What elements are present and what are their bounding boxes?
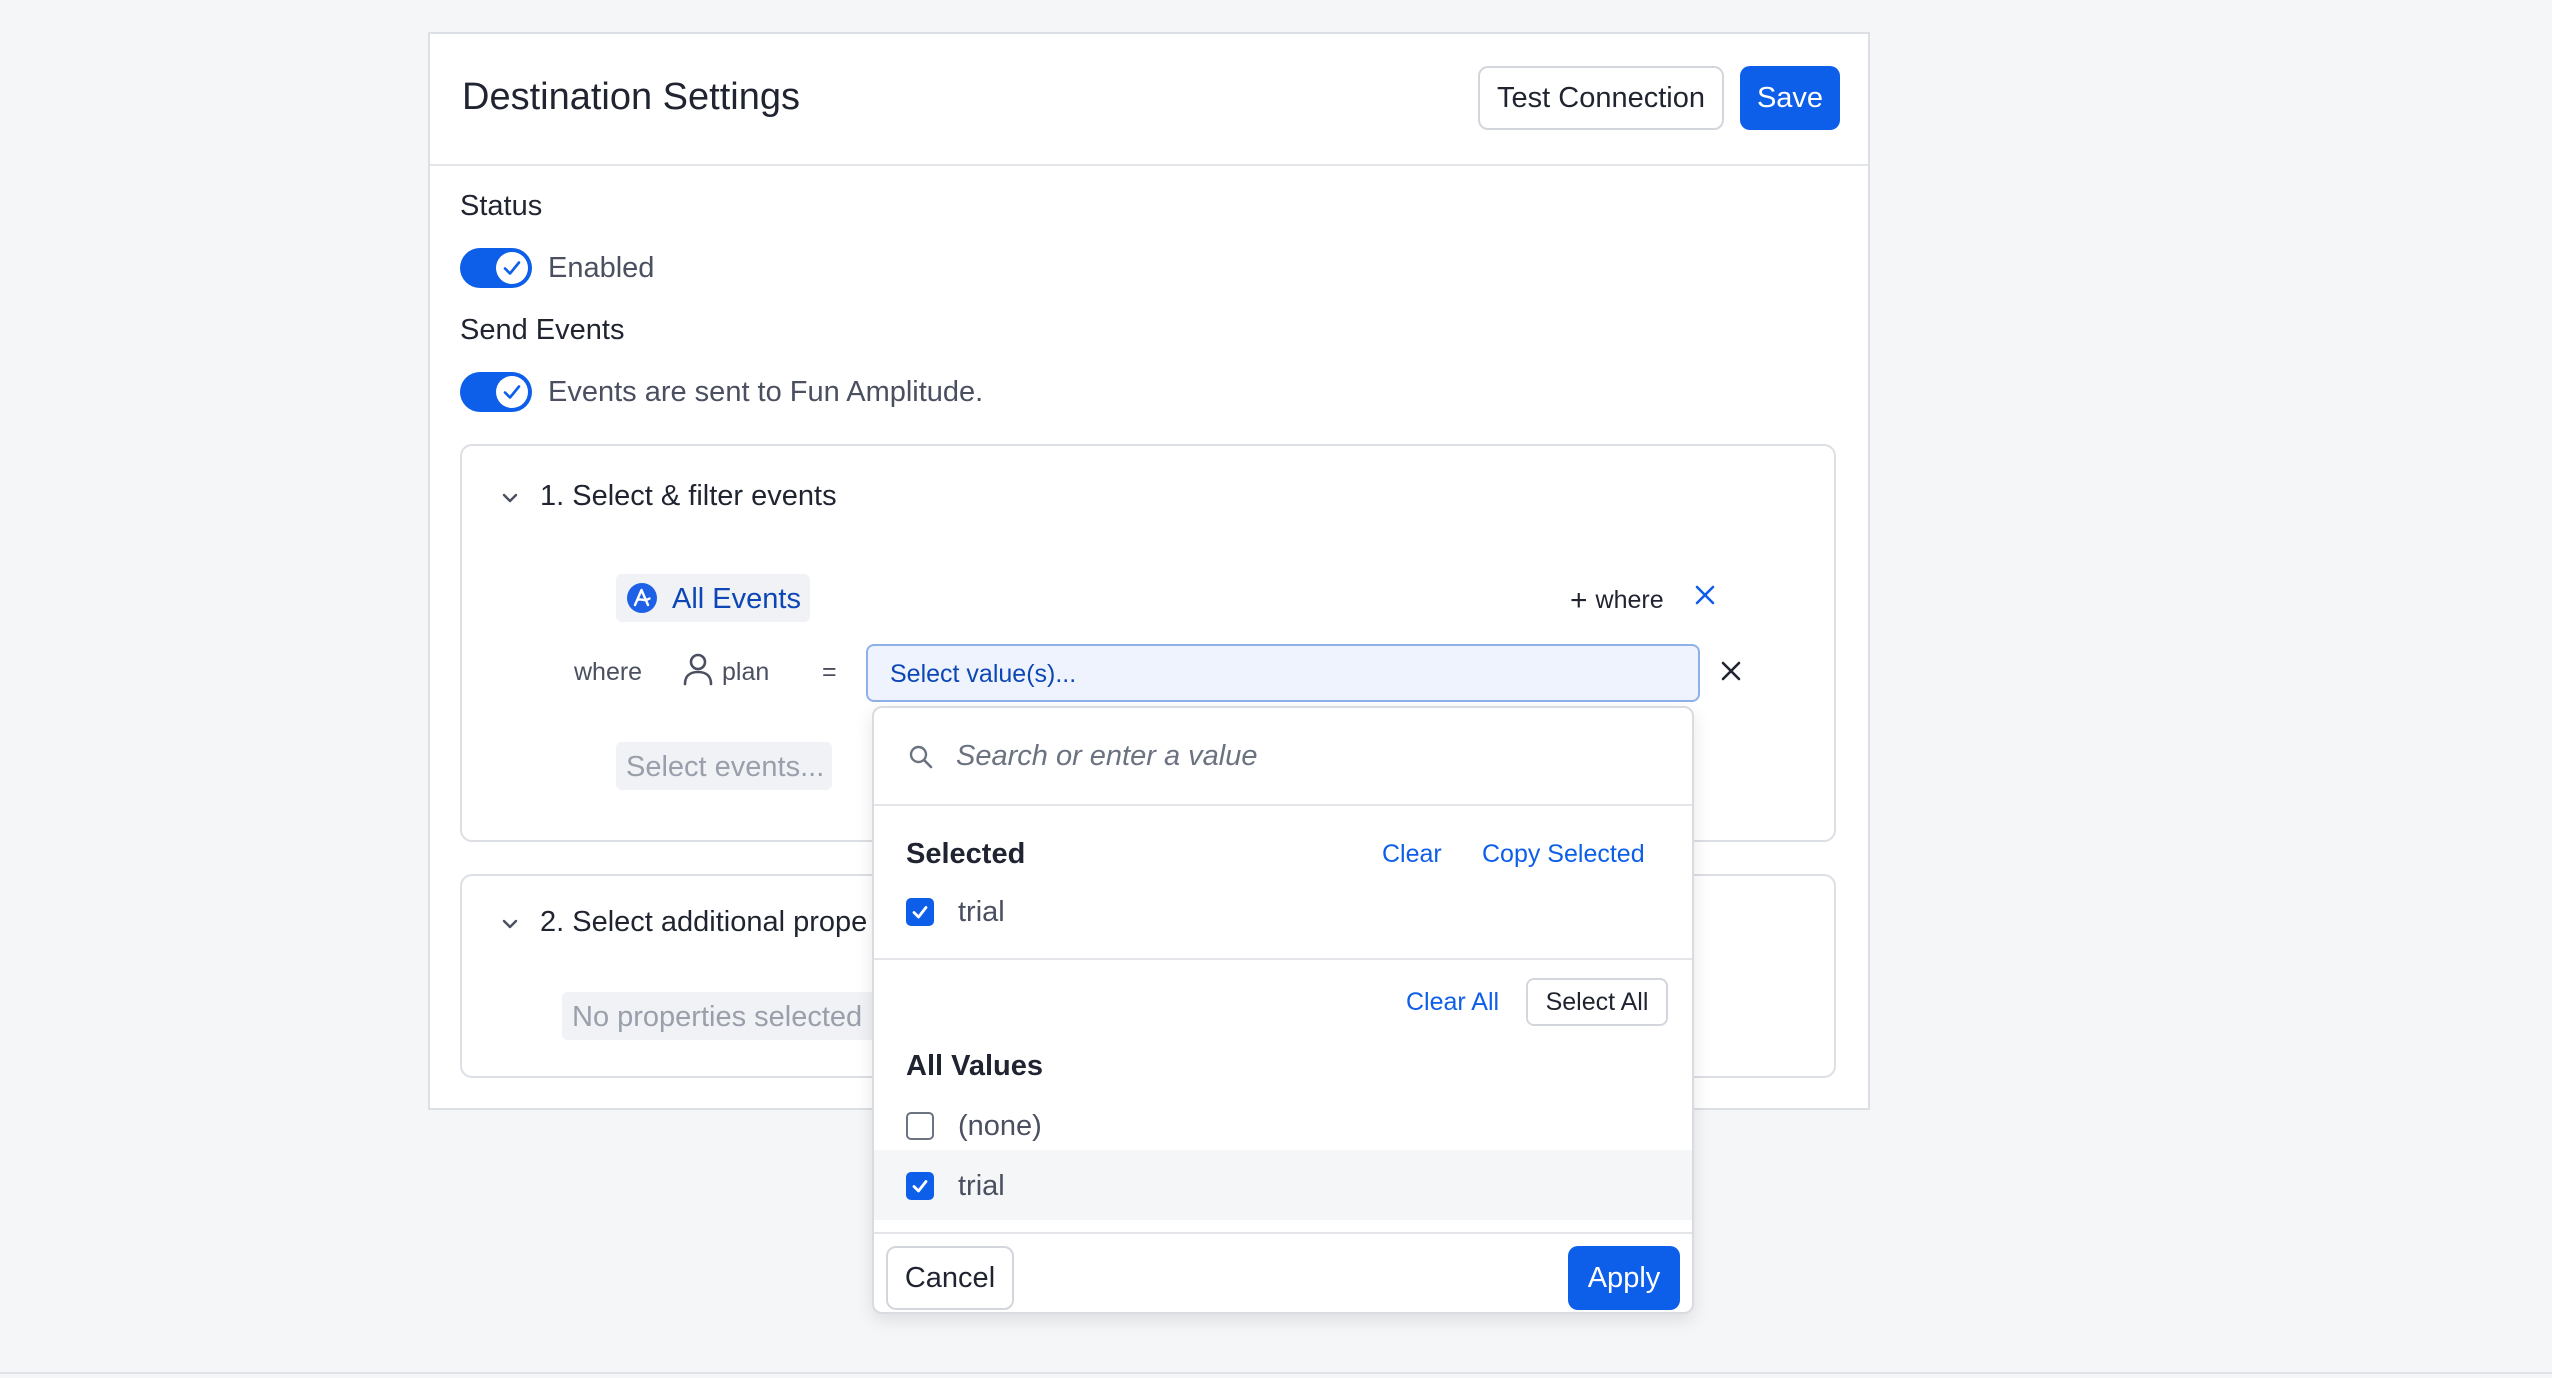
add-where-button[interactable]: + where (1570, 584, 1664, 618)
all-events-chip[interactable]: All Events (616, 574, 810, 622)
test-connection-button[interactable]: Test Connection (1478, 66, 1724, 130)
status-label: Status (460, 190, 543, 222)
remove-event-close-icon[interactable] (1694, 584, 1716, 611)
apply-button[interactable]: Apply (1568, 1246, 1680, 1310)
search-icon (908, 744, 934, 775)
value-dropdown: Search or enter a value Selected Clear C… (872, 706, 1694, 1314)
plus-icon: + (1570, 584, 1588, 617)
check-icon (496, 376, 528, 408)
cancel-button[interactable]: Cancel (886, 1246, 1014, 1310)
clear-all-link[interactable]: Clear All (1406, 988, 1499, 1017)
filter-where-label: where (574, 658, 643, 686)
check-icon (496, 252, 528, 284)
selected-section: Selected Clear Copy Selected trial (874, 804, 1692, 960)
filter-property-label: plan (722, 658, 770, 686)
chevron-down-icon[interactable] (498, 912, 522, 941)
all-values-section: Clear All Select All All Values (none) t… (874, 958, 1692, 1234)
save-button[interactable]: Save (1740, 66, 1840, 130)
search-input[interactable]: Search or enter a value (956, 740, 1257, 773)
dropdown-footer: Cancel Apply (874, 1232, 1692, 1312)
amplitude-logo-icon (626, 582, 658, 619)
dropdown-search[interactable]: Search or enter a value (874, 708, 1692, 806)
status-toggle[interactable] (460, 248, 532, 288)
card-header: Destination Settings Test Connection Sav… (430, 34, 1868, 166)
page-bottom-border (0, 1372, 2552, 1374)
section1-title[interactable]: 1. Select & filter events (540, 480, 837, 513)
page-title: Destination Settings (462, 76, 800, 118)
copy-selected-link[interactable]: Copy Selected (1482, 840, 1645, 869)
send-events-toggle-label: Events are sent to Fun Amplitude. (548, 376, 984, 408)
checkmark-icon (912, 906, 928, 919)
send-events-toggle[interactable] (460, 372, 532, 412)
checkmark-icon (912, 1180, 928, 1193)
selected-trial-label: trial (958, 896, 1005, 928)
value-trial-checkbox[interactable] (906, 1172, 934, 1200)
selected-heading: Selected (906, 838, 1026, 870)
filter-value-placeholder: Select value(s)... (890, 660, 1077, 688)
selected-trial-checkbox[interactable] (906, 898, 934, 926)
section2-title[interactable]: 2. Select additional prope (540, 906, 867, 939)
filter-value-select[interactable]: Select value(s)... (866, 644, 1700, 702)
no-properties-selected[interactable]: No properties selected (562, 992, 882, 1040)
user-icon (682, 652, 714, 693)
value-none-checkbox[interactable] (906, 1112, 934, 1140)
select-events-input[interactable]: Select events... (616, 742, 832, 790)
all-values-heading: All Values (906, 1050, 1044, 1082)
send-events-label: Send Events (460, 314, 625, 346)
chevron-down-icon[interactable] (498, 486, 522, 515)
filter-operator[interactable]: = (822, 658, 837, 687)
value-none-label[interactable]: (none) (958, 1110, 1042, 1143)
no-properties-label: No properties selected (572, 1001, 863, 1033)
select-events-placeholder: Select events... (626, 751, 825, 783)
all-events-label: All Events (672, 583, 801, 615)
select-all-button[interactable]: Select All (1526, 978, 1668, 1026)
value-trial-label[interactable]: trial (958, 1170, 1005, 1203)
status-toggle-label: Enabled (548, 252, 655, 284)
clear-link[interactable]: Clear (1382, 840, 1442, 869)
add-where-label: where (1595, 586, 1664, 614)
remove-filter-close-icon[interactable] (1720, 660, 1742, 687)
